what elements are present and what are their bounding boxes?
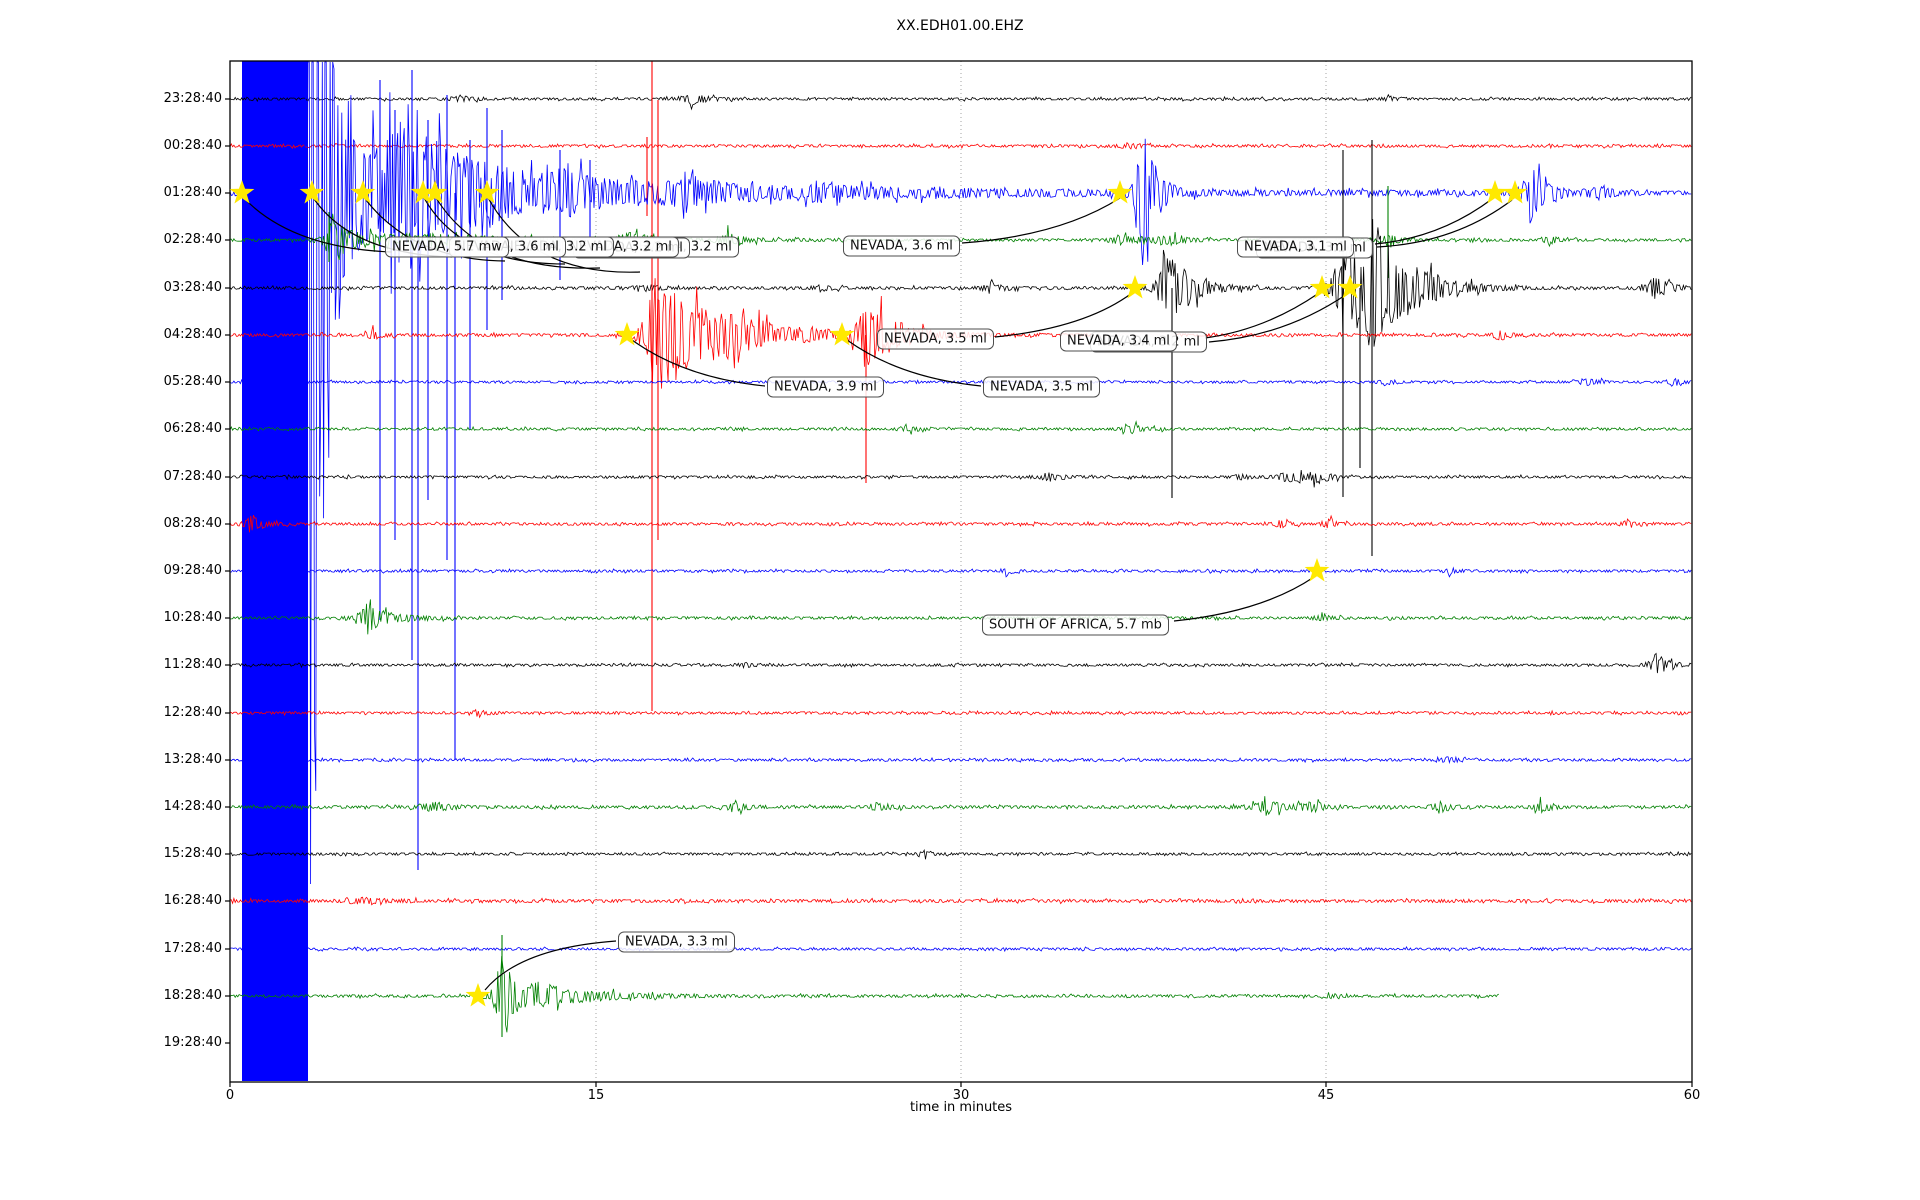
event-star-icon — [465, 983, 491, 1007]
y-tick-label: 12:28:40 — [163, 705, 222, 720]
seismogram-trace — [229, 470, 1692, 488]
x-tick-label: 30 — [952, 1088, 970, 1103]
y-tick-label: 06:28:40 — [163, 421, 222, 436]
seismogram-trace — [229, 652, 1692, 674]
y-tick-label: 16:28:40 — [163, 893, 222, 908]
seismogram-dayplot: XX.EDH01.00.EHZ time in minutes 23:28:40… — [0, 0, 1920, 1200]
event-star-icon — [1482, 180, 1508, 204]
event-star-icon — [1122, 275, 1148, 299]
seismogram-trace — [229, 955, 1499, 1033]
event-star-icon — [1502, 180, 1528, 204]
event-label: NEVADA, 3.9 ml — [767, 376, 884, 398]
x-tick-label: 60 — [1683, 1088, 1701, 1103]
y-tick-label: 10:28:40 — [163, 610, 222, 625]
x-tick-label: 45 — [1317, 1088, 1335, 1103]
y-tick-label: 08:28:40 — [163, 516, 222, 531]
annotation-leader — [1204, 292, 1320, 339]
y-tick-label: 14:28:40 — [163, 799, 222, 814]
x-tick-label: 0 — [225, 1088, 235, 1103]
event-label: NEVADA, 3.1 ml — [1237, 236, 1354, 258]
y-tick-label: 09:28:40 — [163, 563, 222, 578]
event-label: NEVADA, 3.5 ml — [877, 328, 994, 350]
seismogram-trace — [229, 420, 1692, 436]
seismogram-plot-canvas — [225, 60, 1693, 1087]
seismogram-trace — [229, 141, 1692, 150]
event-label: NEVADA, 3.5 ml — [983, 376, 1100, 398]
annotation-leader — [486, 195, 641, 273]
event-label: SOUTH OF AFRICA, 5.7 mb — [982, 614, 1169, 636]
event-label: NEVADA, 3.3 ml — [618, 931, 735, 953]
y-tick-label: 00:28:40 — [163, 138, 222, 153]
event-label: NEVADA, 3.4 ml — [1060, 330, 1177, 352]
y-tick-label: 01:28:40 — [163, 185, 222, 200]
y-tick-label: 13:28:40 — [163, 752, 222, 767]
plot-title: XX.EDH01.00.EHZ — [896, 18, 1024, 34]
event-star-icon — [1337, 275, 1363, 299]
seismogram-trace — [229, 896, 1692, 906]
y-tick-label: 04:28:40 — [163, 327, 222, 342]
event-star-icon — [1107, 180, 1133, 204]
y-tick-label: 03:28:40 — [163, 280, 222, 295]
event-label: NEVADA, 5.7 mw — [385, 236, 509, 258]
y-tick-label: 07:28:40 — [163, 469, 222, 484]
y-tick-label: 19:28:40 — [163, 1035, 222, 1050]
y-tick-label: 23:28:40 — [163, 91, 222, 106]
annotation-leader — [961, 197, 1121, 244]
y-tick-label: 15:28:40 — [163, 846, 222, 861]
event-label: NEVADA, 3.6 ml — [843, 235, 960, 257]
y-tick-label: 17:28:40 — [163, 941, 222, 956]
y-tick-label: 05:28:40 — [163, 374, 222, 389]
y-tick-label: 11:28:40 — [163, 657, 222, 672]
x-tick-label: 15 — [587, 1088, 605, 1103]
y-tick-label: 02:28:40 — [163, 232, 222, 247]
annotation-leader — [1173, 576, 1315, 622]
y-tick-label: 18:28:40 — [163, 988, 222, 1003]
